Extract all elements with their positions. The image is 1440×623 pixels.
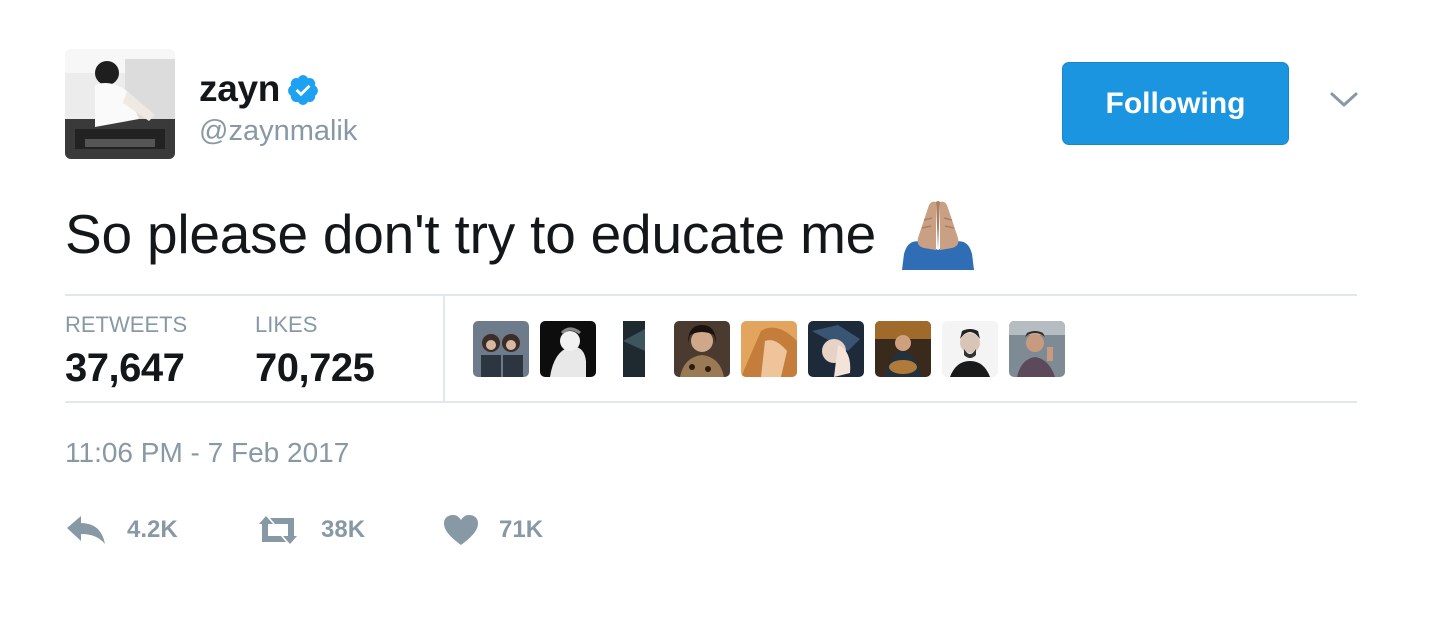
liker-avatar[interactable] [540, 321, 596, 377]
chevron-down-icon[interactable] [1328, 88, 1360, 112]
tweet-text: So please don't try to educate me [65, 203, 877, 265]
tweet-actions: 4.2K 38K 71K [65, 505, 543, 555]
verified-badge-icon [286, 73, 320, 107]
liker-avatar[interactable] [875, 321, 931, 377]
retweets-value: 37,647 [65, 346, 185, 390]
reply-button[interactable]: 4.2K [65, 514, 255, 546]
retweet-button[interactable]: 38K [255, 514, 443, 546]
divider-bottom [65, 401, 1357, 403]
following-button[interactable]: Following [1062, 62, 1289, 145]
stats-separator [443, 294, 445, 402]
divider-top [65, 294, 1357, 296]
tweet-timestamp[interactable]: 11:06 PM - 7 Feb 2017 [65, 437, 349, 469]
liker-avatar[interactable] [942, 321, 998, 377]
user-avatar[interactable] [65, 49, 175, 159]
reply-icon [65, 514, 107, 546]
liker-avatar[interactable] [741, 321, 797, 377]
heart-icon [443, 514, 479, 546]
retweets-stat[interactable]: RETWEETS 37,647 [65, 312, 187, 391]
tweet-card: zayn @zaynmalik Following So please don'… [0, 0, 1440, 623]
liker-avatar[interactable] [808, 321, 864, 377]
likes-value: 70,725 [255, 346, 375, 390]
likes-stat[interactable]: LIKES 70,725 [255, 312, 375, 391]
liker-avatar[interactable] [674, 321, 730, 377]
liker-avatar[interactable] [1009, 321, 1065, 377]
liker-avatar[interactable] [473, 321, 529, 377]
likers-avatars [473, 321, 1076, 377]
retweets-label: RETWEETS [65, 312, 188, 337]
display-name[interactable]: zayn [199, 68, 280, 110]
retweet-icon [255, 514, 301, 546]
tweet-text-row: So please don't try to educate me [65, 198, 978, 270]
like-button[interactable]: 71K [443, 514, 543, 546]
name-row: zayn [199, 66, 320, 112]
reply-count: 4.2K [127, 516, 178, 543]
liker-avatar[interactable] [607, 321, 663, 377]
like-count: 71K [499, 516, 544, 543]
retweet-count: 38K [321, 516, 366, 543]
likes-label: LIKES [255, 312, 318, 337]
user-handle[interactable]: @zaynmalik [199, 115, 357, 148]
folded-hands-emoji-icon [898, 198, 978, 270]
